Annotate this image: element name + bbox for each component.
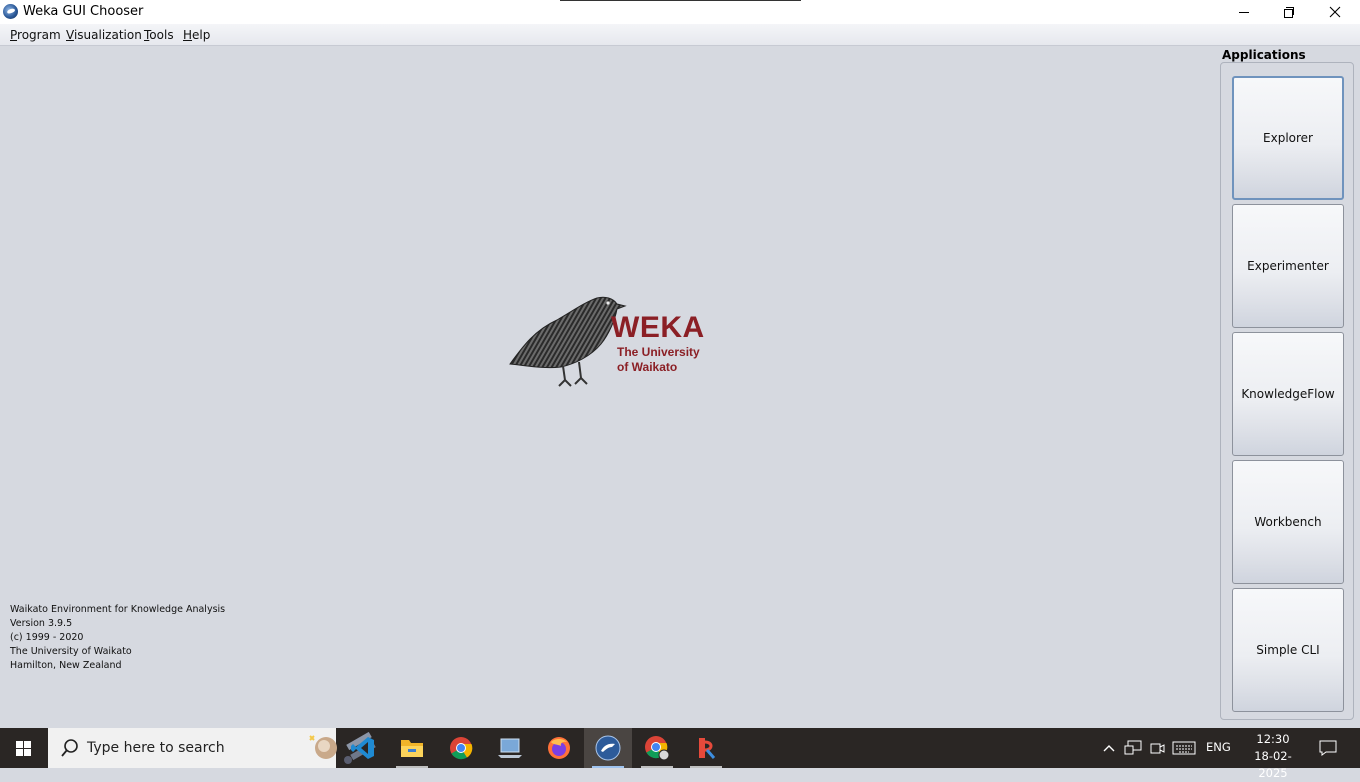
app-icon (699, 738, 716, 759)
menu-bar: Program Visualization Tools Help (0, 24, 1360, 46)
notification-icon (1319, 740, 1337, 756)
menu-visualization-mnemonic: V (66, 28, 74, 42)
language-indicator[interactable]: ENG (1206, 740, 1231, 754)
weka-icon (595, 735, 621, 761)
taskbar-firefox[interactable] (535, 728, 583, 768)
clock-time: 12:30 (1256, 732, 1290, 746)
chrome-profile-icon (645, 736, 670, 761)
taskbar-device[interactable] (486, 728, 534, 768)
menu-program-mnemonic: P (10, 28, 18, 42)
file-explorer-icon (401, 740, 423, 757)
notifications-button[interactable] (1314, 728, 1342, 768)
taskbar: Type here to search ENG 12:30 18-02-2025 (0, 728, 1360, 780)
about-info: Waikato Environment for Knowledge Analys… (10, 603, 225, 673)
minimize-icon (1239, 11, 1249, 13)
close-button[interactable] (1312, 0, 1358, 24)
taskbar-vscode[interactable] (339, 728, 387, 768)
menu-visualization[interactable]: Visualization (66, 28, 142, 42)
clock-date: 18-02-2025 (1254, 749, 1292, 780)
knowledgeflow-button[interactable]: KnowledgeFlow (1232, 332, 1344, 456)
taskbar-search-box[interactable]: Type here to search (48, 728, 376, 768)
weka-logo-subtitle-1: The University (617, 345, 700, 359)
firefox-icon (548, 737, 570, 759)
menu-help[interactable]: Help (183, 28, 210, 42)
weka-logo-title: WEKA (611, 311, 705, 344)
close-icon (1329, 6, 1341, 18)
keyboard-icon (1172, 741, 1196, 755)
restore-icon (1284, 7, 1294, 18)
weka-logo: WEKA The University of Waikato (505, 294, 705, 394)
applications-label: Applications (1222, 48, 1306, 62)
search-icon (61, 739, 78, 757)
explorer-button[interactable]: Explorer (1232, 76, 1344, 200)
taskbar-file-explorer[interactable] (388, 728, 436, 768)
taskbar-chrome-profile[interactable] (633, 728, 681, 768)
minimize-button[interactable] (1221, 0, 1267, 24)
network-tray[interactable] (1122, 728, 1144, 768)
workbench-button[interactable]: Workbench (1232, 460, 1344, 584)
vscode-icon (351, 737, 374, 759)
taskbar-chrome[interactable] (437, 728, 485, 768)
keyboard-tray[interactable] (1170, 728, 1198, 768)
info-line: The University of Waikato (10, 646, 132, 657)
restore-button[interactable] (1266, 0, 1312, 24)
info-line: Hamilton, New Zealand (10, 660, 122, 671)
taskbar-clock[interactable]: 12:30 18-02-2025 (1240, 731, 1306, 782)
title-divider (560, 0, 801, 1)
taskbar-app[interactable] (682, 728, 730, 768)
show-hidden-icons-button[interactable] (1098, 728, 1120, 768)
menu-tools[interactable]: Tools (144, 28, 174, 42)
windows-logo-icon (16, 741, 32, 756)
camera-icon (1150, 743, 1165, 754)
title-bar: Weka GUI Chooser (0, 0, 1360, 24)
info-line: Version 3.9.5 (10, 618, 73, 629)
menu-help-label: elp (192, 28, 211, 42)
device-icon (498, 738, 522, 758)
info-line: Waikato Environment for Knowledge Analys… (10, 604, 226, 615)
chevron-up-icon (1103, 745, 1115, 752)
simple-cli-button[interactable]: Simple CLI (1232, 588, 1344, 712)
menu-program-label: rogram (17, 28, 61, 42)
start-button[interactable] (0, 728, 48, 768)
menu-program[interactable]: Program (10, 28, 61, 42)
window-title: Weka GUI Chooser (23, 4, 144, 19)
menu-visualization-label: isualization (73, 28, 142, 42)
menu-help-mnemonic: H (183, 28, 193, 42)
taskbar-weka[interactable] (584, 728, 632, 768)
chrome-icon (450, 737, 473, 760)
search-placeholder: Type here to search (87, 740, 225, 756)
menu-tools-label: ools (149, 28, 174, 42)
network-icon (1124, 740, 1142, 755)
info-line: (c) 1999 - 2020 (10, 632, 84, 643)
experimenter-button[interactable]: Experimenter (1232, 204, 1344, 328)
weka-app-icon (3, 4, 18, 19)
meet-tray[interactable] (1146, 728, 1168, 768)
weka-logo-subtitle-2: of Waikato (617, 360, 678, 374)
